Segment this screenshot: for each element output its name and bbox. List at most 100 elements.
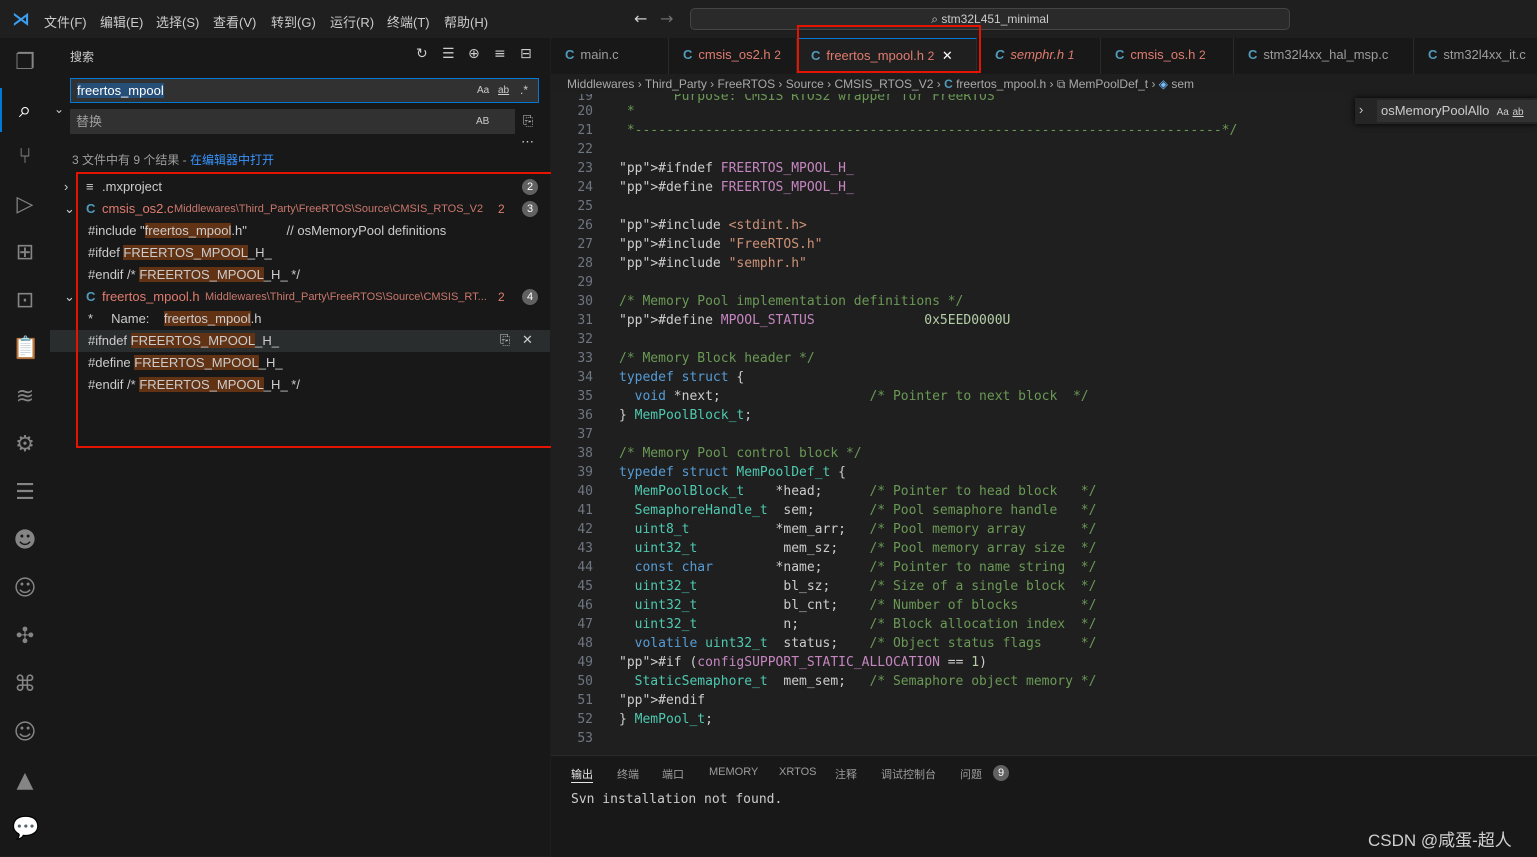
menu-file[interactable]: 文件(F) xyxy=(44,12,87,31)
refresh-icon[interactable]: ↻ xyxy=(416,46,428,62)
chat-icon[interactable]: 💬 xyxy=(12,816,39,842)
tab-ports[interactable]: 端口 xyxy=(662,766,684,782)
platformio-icon[interactable]: ☻ xyxy=(12,528,38,554)
match-case-icon[interactable]: Aa xyxy=(477,79,489,102)
find-widget[interactable]: › osMemoryPoolAllo Aa ab xyxy=(1355,98,1537,124)
explorer-icon[interactable]: ❐ xyxy=(12,50,38,76)
regex-toggle-icon[interactable]: .* xyxy=(520,79,528,102)
tab-cmsis-os2-h[interactable]: Ccmsis_os2.h 2 xyxy=(669,38,797,74)
vscode-logo-icon: ⋊ xyxy=(12,9,30,30)
tab-cmsis-os-h[interactable]: Ccmsis_os.h 2 xyxy=(1101,38,1234,74)
collapse-all-icon[interactable]: ⊟ xyxy=(520,46,532,62)
code-line: "pp">#include "FreeRTOS.h" xyxy=(619,237,823,252)
line-number: 33 xyxy=(577,351,593,366)
tab-semphr-h[interactable]: Csemphr.h 1 xyxy=(981,38,1101,74)
breadcrumb-item[interactable]: Middlewares xyxy=(567,77,634,91)
menu-terminal[interactable]: 终端(T) xyxy=(387,12,430,31)
breadcrumb-item[interactable]: FreeRTOS xyxy=(718,77,776,91)
more-options-icon[interactable]: ⋯ xyxy=(521,134,534,150)
line-number: 40 xyxy=(577,484,593,499)
new-search-editor-icon[interactable]: ⊕ xyxy=(468,46,480,62)
find-input[interactable]: osMemoryPoolAllo Aa ab xyxy=(1377,100,1537,122)
tab-debug-console[interactable]: 调试控制台 xyxy=(881,766,936,782)
python-icon[interactable]: ⌘ xyxy=(12,672,38,698)
command-center[interactable]: ⌕ stm32L451_minimal xyxy=(690,8,1290,30)
breadcrumb-item[interactable]: freertos_mpool.h xyxy=(956,77,1046,91)
chevron-down-icon: ⌄ xyxy=(64,201,75,216)
tab-main-c[interactable]: Cmain.c xyxy=(551,38,669,74)
line-number: 31 xyxy=(577,313,593,328)
code-line: "pp">#include <stdint.h> xyxy=(619,218,807,233)
tab-stm32l4xx-hal-msp-c[interactable]: Cstm32l4xx_hal_msp.c xyxy=(1234,38,1414,74)
regex-icon[interactable]: ✣ xyxy=(12,624,38,650)
menu-view[interactable]: 查看(V) xyxy=(213,12,256,31)
menu-help[interactable]: 帮助(H) xyxy=(444,12,488,31)
line-number: 39 xyxy=(577,465,593,480)
code-editor[interactable]: Purpose: CMSIS RTOS2 wrapper for FreeRTO… xyxy=(551,94,1537,754)
line-number: 47 xyxy=(577,617,593,632)
extensions-icon[interactable]: ⊞ xyxy=(12,240,38,266)
code-line: "pp">#define FREERTOS_MPOOL_H_ xyxy=(619,180,854,195)
tab-output[interactable]: 输出 xyxy=(571,766,593,783)
line-number: 44 xyxy=(577,560,593,575)
c-file-icon: C xyxy=(565,47,575,62)
menu-edit[interactable]: 编辑(E) xyxy=(100,12,143,31)
code-line: "pp">#define MPOOL_STATUS 0x5EED0000U xyxy=(619,313,1011,328)
replace-input[interactable]: 替换 AB xyxy=(70,109,515,134)
view-as-tree-icon[interactable]: ≡ xyxy=(494,46,506,62)
whole-word-icon[interactable]: ab xyxy=(498,79,509,102)
tab-problems[interactable]: 问题 xyxy=(960,766,982,782)
tab-xrtos[interactable]: XRTOS xyxy=(779,766,817,778)
list-icon[interactable]: ☰ xyxy=(12,480,38,506)
menu-run[interactable]: 运行(R) xyxy=(330,12,374,31)
search-icon[interactable]: ⌕ xyxy=(12,98,38,124)
match-case-icon[interactable]: Aa xyxy=(1497,107,1509,118)
smiley-icon[interactable]: ☺ xyxy=(12,720,38,746)
stm32-icon[interactable]: ≋ xyxy=(12,384,38,410)
settings-sync-icon[interactable]: ⚙ xyxy=(12,432,38,458)
results-summary-text: 3 文件中有 9 个结果 - xyxy=(72,153,191,167)
breadcrumb-item[interactable]: Third_Party xyxy=(645,77,707,91)
copilot-icon[interactable]: ☺ xyxy=(12,576,38,602)
line-number: 51 xyxy=(577,693,593,708)
open-in-editor-link[interactable]: 在编辑器中打开 xyxy=(190,153,274,167)
line-number: 52 xyxy=(577,712,593,727)
line-number: 21 xyxy=(577,123,593,138)
line-number: 45 xyxy=(577,579,593,594)
menu-selection[interactable]: 选择(S) xyxy=(156,12,199,31)
whole-word-icon[interactable]: ab xyxy=(1512,107,1523,118)
tab-memory[interactable]: MEMORY xyxy=(709,766,758,778)
output-text: Svn installation not found. xyxy=(571,792,783,807)
line-number: 42 xyxy=(577,522,593,537)
cmake-icon[interactable]: ▲ xyxy=(12,768,38,794)
breadcrumb-item[interactable]: sem xyxy=(1171,77,1194,91)
preserve-case-icon[interactable]: AB xyxy=(476,109,489,134)
title-bar: ⋊ 文件(F) 编辑(E) 选择(S) 查看(V) 转到(G) 运行(R) 终端… xyxy=(0,0,1537,39)
run-debug-icon[interactable]: ▷ xyxy=(12,192,38,218)
forward-arrow-icon[interactable]: → xyxy=(660,9,673,28)
source-control-icon[interactable]: ⑂ xyxy=(12,144,38,170)
replace-all-icon[interactable]: ⎘ xyxy=(523,114,533,129)
tab-comments[interactable]: 注释 xyxy=(835,766,857,782)
toggle-replace-icon[interactable]: › xyxy=(1359,102,1363,117)
c-file-icon: C xyxy=(944,77,953,91)
back-arrow-icon[interactable]: ← xyxy=(634,9,647,28)
tab-badge: 2 xyxy=(774,48,781,62)
code-line: uint32_t n; /* Block allocation index */ xyxy=(634,617,1097,632)
toggle-replace-icon[interactable]: ⌄ xyxy=(54,102,64,116)
line-number: 23 xyxy=(577,161,593,176)
tab-terminal[interactable]: 终端 xyxy=(617,766,639,782)
code-line: uint8_t *mem_arr; /* Pool memory array *… xyxy=(634,522,1097,537)
search-input[interactable]: freertos_mpool Aa ab .* xyxy=(70,78,539,103)
clear-results-icon[interactable]: ☰ xyxy=(442,46,455,62)
tab-stm32l4xx-it-c[interactable]: Cstm32l4xx_it.c xyxy=(1414,38,1537,74)
breadcrumb-item[interactable]: Source xyxy=(786,77,824,91)
clipboard-icon[interactable]: 📋 xyxy=(12,336,39,362)
line-number: 38 xyxy=(577,446,593,461)
line-number: 41 xyxy=(577,503,593,518)
breadcrumb-item[interactable]: CMSIS_RTOS_V2 xyxy=(834,77,933,91)
line-number: 46 xyxy=(577,598,593,613)
remote-explorer-icon[interactable]: ⊡ xyxy=(12,288,38,314)
breadcrumb-item[interactable]: MemPoolDef_t xyxy=(1069,77,1148,91)
menu-go[interactable]: 转到(G) xyxy=(271,12,316,31)
